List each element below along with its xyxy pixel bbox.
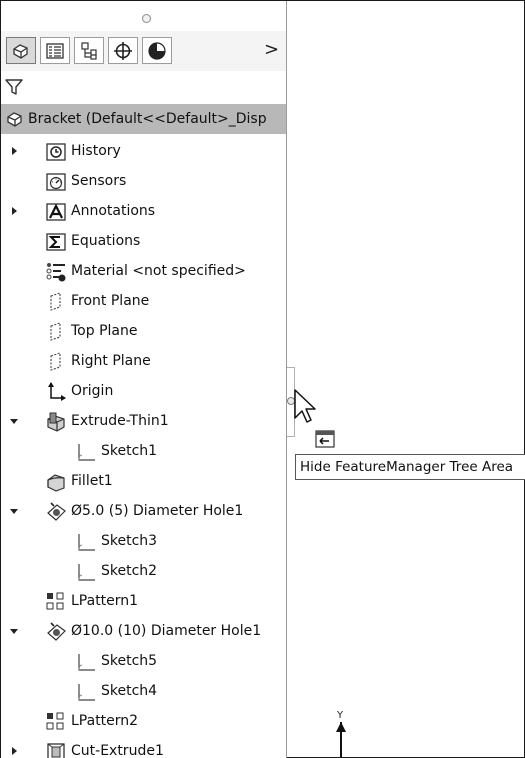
- plane-icon: [50, 292, 61, 311]
- tree-item[interactable]: Ø5.0 (5) Diameter Hole1: [1, 497, 286, 527]
- fillet-icon: [47, 474, 65, 492]
- property-manager-icon: [46, 42, 64, 59]
- tree-item-label: Equations: [71, 233, 141, 249]
- reference-triad-icon: Y: [336, 710, 346, 758]
- tree-item[interactable]: Material <not specified>: [1, 257, 286, 287]
- tree-item[interactable]: Origin: [1, 377, 286, 407]
- collapsed-arrow-icon[interactable]: [9, 206, 19, 216]
- filter-bar: [1, 71, 286, 105]
- tree-item-label: Sketch2: [101, 563, 158, 579]
- origin-icon: [48, 382, 66, 401]
- tree-item-label: Sketch1: [101, 443, 158, 459]
- tree-item[interactable]: Top Plane: [1, 317, 286, 347]
- sensors-icon: [46, 173, 66, 191]
- history-icon: [46, 143, 66, 161]
- tab-property-manager[interactable]: [40, 37, 70, 64]
- mouse-pointer-icon: [294, 389, 316, 423]
- plane-icon: [50, 322, 61, 341]
- hole-icon: [47, 622, 66, 641]
- tree-item[interactable]: Sketch4: [1, 677, 286, 707]
- tree-item-label: Top Plane: [71, 323, 138, 339]
- tab-feature-manager[interactable]: [6, 37, 36, 64]
- tree-item[interactable]: Front Plane: [1, 287, 286, 317]
- tree-item[interactable]: Ø10.0 (10) Diameter Hole1: [1, 617, 286, 647]
- tree-item-label: Extrude-Thin1: [71, 413, 169, 429]
- tree-item-label: Sketch3: [101, 533, 158, 549]
- tree-item-label: Sketch4: [101, 683, 158, 699]
- tree-item-label: Ø5.0 (5) Diameter Hole1: [71, 503, 244, 519]
- tree-item[interactable]: Equations: [1, 227, 286, 257]
- tree-item-label: Origin: [71, 383, 114, 399]
- cut-extrude-icon: [47, 743, 65, 758]
- tree-item-label: Annotations: [71, 203, 156, 219]
- tree-item[interactable]: Annotations: [1, 197, 286, 227]
- expanded-arrow-icon[interactable]: [9, 626, 19, 636]
- linear-pattern-icon: [46, 712, 64, 730]
- tree-item[interactable]: Sketch2: [1, 557, 286, 587]
- tab-display-manager[interactable]: [142, 37, 172, 64]
- tree-item-label: Right Plane: [71, 353, 151, 369]
- hide-panel-icon: [315, 430, 335, 448]
- tree-root-part[interactable]: Bracket (Default<<Default>_Disp: [1, 104, 286, 134]
- tree-item[interactable]: Extrude-Thin1: [1, 407, 286, 437]
- linear-pattern-icon: [46, 592, 64, 610]
- tree-item[interactable]: Sensors: [1, 167, 286, 197]
- sketch-icon: [78, 654, 95, 671]
- tree-item[interactable]: LPattern1: [1, 587, 286, 617]
- tree-item[interactable]: Right Plane: [1, 347, 286, 377]
- panel-grip[interactable]: [142, 14, 151, 23]
- tree-item-label: History: [71, 143, 121, 159]
- display-manager-icon: [148, 41, 166, 60]
- more-tabs-chevron-icon[interactable]: >: [264, 41, 282, 59]
- tree-item-label: Cut-Extrude1: [71, 743, 164, 758]
- tree-item[interactable]: Sketch3: [1, 527, 286, 557]
- collapsed-arrow-icon[interactable]: [9, 746, 19, 756]
- dimxpert-manager-icon: [114, 41, 132, 60]
- manager-tab-bar: >: [1, 31, 286, 72]
- tree-item-label: Material <not specified>: [71, 263, 246, 279]
- expanded-arrow-icon[interactable]: [9, 416, 19, 426]
- tree-item[interactable]: Sketch5: [1, 647, 286, 677]
- collapsed-arrow-icon[interactable]: [9, 146, 19, 156]
- feature-manager-icon: [13, 43, 28, 59]
- tree-item-label: Sensors: [71, 173, 127, 189]
- filter-icon[interactable]: [5, 78, 23, 96]
- tree-item[interactable]: Sketch1: [1, 437, 286, 467]
- tree-item-label: Fillet1: [71, 473, 113, 489]
- feature-manager-panel: > Bracket (Default<<Default>_Disp Histor…: [1, 1, 287, 758]
- sketch-icon: [78, 564, 95, 581]
- sketch-icon: [78, 444, 95, 461]
- plane-icon: [50, 352, 61, 371]
- material-icon: [46, 263, 66, 282]
- tree-item-label: LPattern1: [71, 593, 139, 609]
- tree-item[interactable]: Cut-Extrude1: [1, 737, 286, 758]
- expanded-arrow-icon[interactable]: [9, 506, 19, 516]
- tree-item[interactable]: History: [1, 137, 286, 167]
- tooltip-hide-tree-area: Hide FeatureManager Tree Area: [295, 454, 525, 480]
- feature-tree: History Sensors Annotations Equations Materi…: [1, 137, 286, 758]
- tab-dimxpert-manager[interactable]: [108, 37, 138, 64]
- tree-item[interactable]: LPattern2: [1, 707, 286, 737]
- extrude-icon: [47, 412, 65, 432]
- tab-configuration-manager[interactable]: [74, 37, 104, 64]
- equations-icon: [46, 233, 66, 251]
- tree-item-label: Front Plane: [71, 293, 150, 309]
- hole-icon: [47, 502, 66, 521]
- tree-item-label: LPattern2: [71, 713, 139, 729]
- tree-item[interactable]: Fillet1: [1, 467, 286, 497]
- sketch-icon: [78, 534, 95, 551]
- tree-item-label: Sketch5: [101, 653, 158, 669]
- configuration-manager-icon: [81, 41, 97, 60]
- part-icon: [7, 112, 22, 127]
- annotations-icon: [46, 203, 66, 221]
- root-part-label: Bracket (Default<<Default>_Disp: [28, 111, 267, 127]
- tree-item-label: Ø10.0 (10) Diameter Hole1: [71, 623, 262, 639]
- sketch-icon: [78, 684, 95, 701]
- triad-axis-label: Y: [336, 710, 344, 721]
